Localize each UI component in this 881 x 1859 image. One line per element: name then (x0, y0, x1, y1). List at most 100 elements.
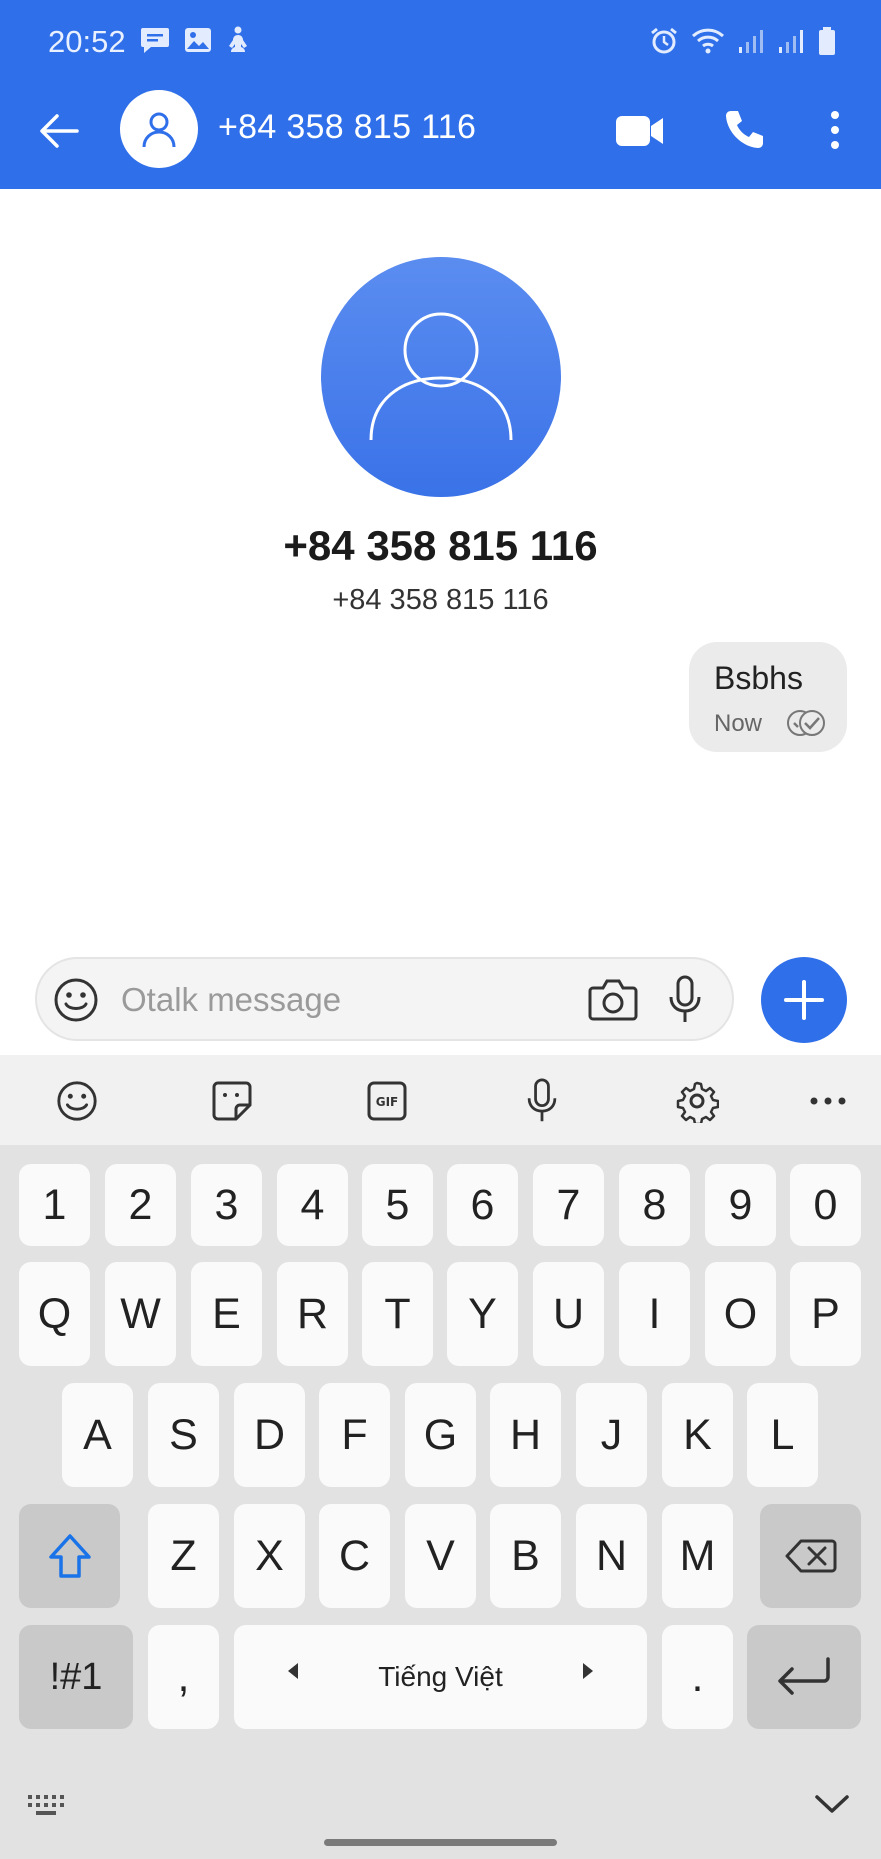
keyboard-settings-button[interactable] (671, 1075, 723, 1127)
read-receipt-icon (785, 708, 827, 743)
more-horiz-icon (810, 1097, 846, 1105)
chevron-down-icon[interactable] (814, 1792, 850, 1821)
camera-button[interactable] (585, 973, 641, 1027)
status-bar: 20:52 (0, 0, 881, 84)
plus-icon (784, 980, 824, 1020)
key-2[interactable]: 2 (105, 1164, 176, 1246)
key-v[interactable]: V (405, 1504, 476, 1608)
emoji-icon (54, 978, 98, 1022)
shift-icon (48, 1534, 91, 1578)
header-title[interactable]: +84 358 815 116 (218, 108, 476, 147)
signal-icon (777, 27, 805, 55)
enter-key[interactable] (747, 1625, 861, 1729)
header-avatar[interactable] (120, 90, 198, 168)
key-i[interactable]: I (619, 1262, 690, 1366)
battery-icon (817, 26, 837, 56)
key-p[interactable]: P (790, 1262, 861, 1366)
accessibility-icon (226, 26, 250, 54)
key-4[interactable]: 4 (277, 1164, 348, 1246)
key-n[interactable]: N (576, 1504, 647, 1608)
keyboard-emoji-button[interactable] (51, 1075, 103, 1127)
key-3[interactable]: 3 (191, 1164, 262, 1246)
keyboard-toolbar: GIF (0, 1055, 881, 1145)
keyboard-switch-icon[interactable] (26, 1792, 70, 1823)
status-time: 20:52 (48, 24, 126, 59)
key-9[interactable]: 9 (705, 1164, 776, 1246)
mic-icon (669, 975, 701, 1022)
key-1[interactable]: 1 (19, 1164, 90, 1246)
voice-call-button[interactable] (716, 102, 772, 158)
camera-icon (588, 979, 638, 1021)
key-w[interactable]: W (105, 1262, 176, 1366)
period-key[interactable]: . (662, 1625, 733, 1729)
contact-avatar[interactable] (321, 257, 561, 497)
emoji-button[interactable] (49, 973, 103, 1027)
key-6[interactable]: 6 (447, 1164, 518, 1246)
key-o[interactable]: O (705, 1262, 776, 1366)
phone-icon (726, 111, 763, 148)
keyboard-voice-button[interactable] (516, 1075, 568, 1127)
contact-avatar-icon (142, 112, 176, 148)
key-m[interactable]: M (662, 1504, 733, 1608)
top-bar: 20:52 +84 358 815 116 (0, 0, 881, 189)
key-e[interactable]: E (191, 1262, 262, 1366)
back-arrow-icon (40, 114, 79, 148)
sticker-icon (212, 1081, 252, 1121)
video-call-button[interactable] (610, 106, 670, 156)
key-b[interactable]: B (490, 1504, 561, 1608)
signal-icon (737, 27, 765, 55)
enter-icon (778, 1657, 830, 1695)
cursor-left-icon (288, 1663, 298, 1679)
message-text: Bsbhs (714, 660, 803, 696)
contact-number: +84 358 815 116 (332, 584, 549, 616)
gif-icon: GIF (367, 1081, 407, 1121)
back-button[interactable] (30, 102, 88, 160)
key-k[interactable]: K (662, 1383, 733, 1487)
status-left-icons (140, 26, 250, 54)
key-z[interactable]: Z (148, 1504, 219, 1608)
emoji-icon (57, 1081, 97, 1121)
keyboard-more-button[interactable] (802, 1075, 854, 1127)
key-7[interactable]: 7 (533, 1164, 604, 1246)
voice-input-button[interactable] (662, 971, 708, 1029)
key-8[interactable]: 8 (619, 1164, 690, 1246)
mic-icon (527, 1078, 557, 1122)
key-q[interactable]: Q (19, 1262, 90, 1366)
key-0[interactable]: 0 (790, 1164, 861, 1246)
symbols-key[interactable]: !#1 (19, 1625, 133, 1729)
key-y[interactable]: Y (447, 1262, 518, 1366)
video-call-icon (616, 116, 663, 146)
shift-key[interactable] (19, 1504, 120, 1608)
key-d[interactable]: D (234, 1383, 305, 1487)
key-j[interactable]: J (576, 1383, 647, 1487)
cursor-right-icon (583, 1663, 593, 1679)
comma-key[interactable]: , (148, 1625, 219, 1729)
space-key[interactable]: Tiếng Việt (234, 1625, 647, 1729)
more-options-button[interactable] (820, 102, 850, 158)
key-g[interactable]: G (405, 1383, 476, 1487)
key-u[interactable]: U (533, 1262, 604, 1366)
backspace-key[interactable] (760, 1504, 861, 1608)
contact-avatar-icon (369, 312, 513, 441)
backspace-icon (785, 1539, 836, 1573)
key-x[interactable]: X (234, 1504, 305, 1608)
status-right-icons (649, 26, 837, 56)
attach-plus-button[interactable] (761, 957, 847, 1043)
gif-button[interactable]: GIF (361, 1075, 413, 1127)
key-5[interactable]: 5 (362, 1164, 433, 1246)
key-r[interactable]: R (277, 1262, 348, 1366)
key-f[interactable]: F (319, 1383, 390, 1487)
sticker-button[interactable] (206, 1075, 258, 1127)
key-s[interactable]: S (148, 1383, 219, 1487)
key-t[interactable]: T (362, 1262, 433, 1366)
more-vert-icon (831, 111, 839, 149)
message-input[interactable]: Otalk message (121, 981, 341, 1019)
home-indicator[interactable] (324, 1839, 557, 1846)
key-h[interactable]: H (490, 1383, 561, 1487)
sent-message-bubble[interactable]: Bsbhs Now (689, 642, 847, 752)
key-a[interactable]: A (62, 1383, 133, 1487)
key-l[interactable]: L (747, 1383, 818, 1487)
compose-bar[interactable]: Otalk message (35, 957, 734, 1041)
key-c[interactable]: C (319, 1504, 390, 1608)
gallery-icon (184, 26, 212, 54)
